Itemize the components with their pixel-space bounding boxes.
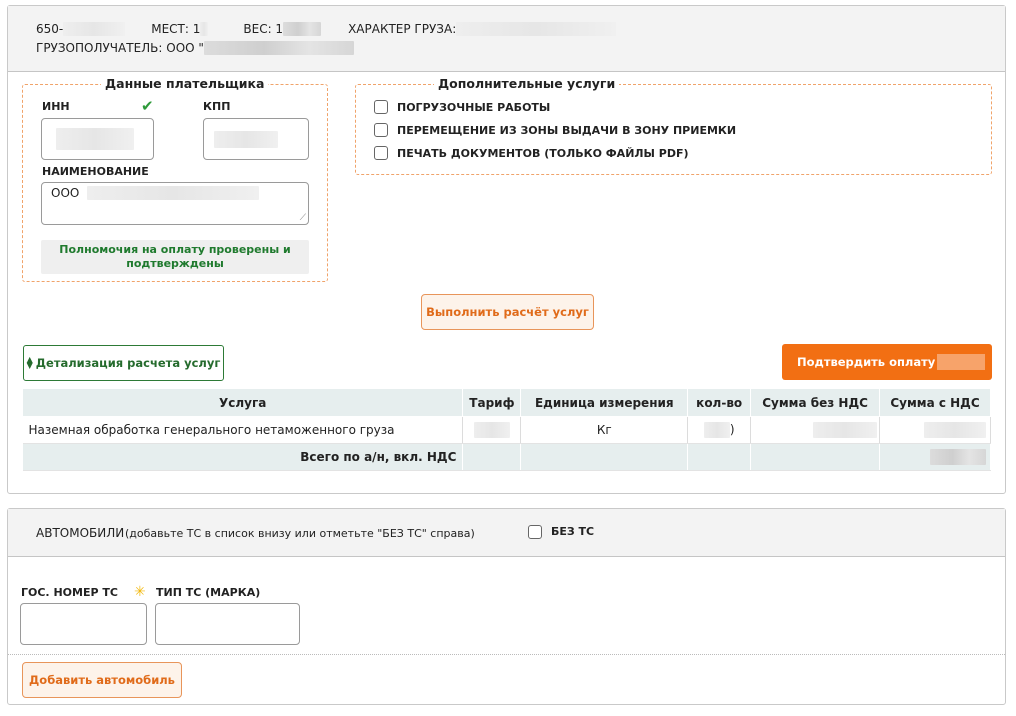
company-name-textarea[interactable]: ООО ⟋ xyxy=(41,182,309,225)
resize-handle-icon[interactable]: ⟋ xyxy=(300,213,306,223)
vehicles-header: АВТОМОБИЛИ (добавьте ТС в список внизу и… xyxy=(8,509,1005,557)
inn-input[interactable] xyxy=(41,118,154,160)
awb-number: 650- xyxy=(36,22,64,36)
total-label: Всего по а/н, вкл. НДС xyxy=(22,443,464,471)
vehicles-hint: (добавьте ТС в список внизу или отметьте… xyxy=(125,527,475,540)
table-total-row: Всего по а/н, вкл. НДС xyxy=(22,443,991,471)
col-service: Услуга xyxy=(21,388,464,417)
payer-data-section: Данные плательщика ИНН ✔ КПП НАИМЕНОВАНИ… xyxy=(22,76,328,282)
calculation-details-button[interactable]: ▲ ▼ Детализация расчета услуг xyxy=(23,345,224,381)
awb-number-redacted xyxy=(63,22,126,36)
col-sum-no-vat: Сумма без НДС xyxy=(750,388,881,417)
loading-checkbox[interactable] xyxy=(374,100,388,114)
unit-value: Кг xyxy=(520,416,689,444)
plate-input[interactable] xyxy=(20,603,147,645)
additional-services-section: Дополнительные услуги ПОГРУЗОЧНЫЕ РАБОТЫ… xyxy=(355,76,992,175)
services-table: Услуга Тариф Единица измерения кол-во Су… xyxy=(21,388,991,471)
vehicles-panel: АВТОМОБИЛИ (добавьте ТС в список внизу и… xyxy=(7,508,1006,705)
services-section-title: Дополнительные услуги xyxy=(434,76,620,91)
transfer-checkbox[interactable] xyxy=(374,123,388,137)
checkmark-icon: ✔ xyxy=(141,97,154,115)
service-option-print[interactable]: ПЕЧАТЬ ДОКУМЕНТОВ (ТОЛЬКО ФАЙЛЫ PDF) xyxy=(374,146,689,160)
table-row: Наземная обработка генерального нетаможе… xyxy=(22,416,991,444)
asterisk-icon: ✳ xyxy=(134,584,146,600)
weight-value: ВЕС: 1 xyxy=(243,22,284,36)
kpp-label: КПП xyxy=(203,100,231,113)
sort-arrows-icon: ▲ ▼ xyxy=(26,355,33,370)
payment-panel: 650- МЕСТ: 1 ВЕС: 1 ХАРАКТЕР ГРУЗА: ГРУЗ… xyxy=(7,5,1006,494)
service-option-loading[interactable]: ПОГРУЗОЧНЫЕ РАБОТЫ xyxy=(374,100,550,114)
col-unit: Единица измерения xyxy=(520,388,689,417)
payer-section-title: Данные плательщика xyxy=(101,76,269,91)
add-vehicle-button[interactable]: Добавить автомобиль xyxy=(22,662,182,698)
consignee: ГРУЗОПОЛУЧАТЕЛЬ: ООО " xyxy=(36,41,204,55)
confirm-payment-button[interactable]: Подтвердить оплату xyxy=(782,344,992,380)
inn-label: ИНН xyxy=(42,100,70,113)
authority-status: Полномочия на оплату проверены и подтвер… xyxy=(41,240,309,274)
plate-label: ГОС. НОМЕР ТС xyxy=(21,586,118,599)
vehicle-type-label: ТИП ТС (МАРКА) xyxy=(156,586,261,599)
print-checkbox[interactable] xyxy=(374,146,388,160)
vehicle-type-input[interactable] xyxy=(155,603,300,645)
company-name-prefix: ООО xyxy=(51,186,80,200)
cargo-summary-header: 650- МЕСТ: 1 ВЕС: 1 ХАРАКТЕР ГРУЗА: ГРУЗ… xyxy=(8,6,1005,72)
service-name: Наземная обработка генерального нетаможе… xyxy=(22,416,464,444)
service-option-transfer[interactable]: ПЕРЕМЕЩЕНИЕ ИЗ ЗОНЫ ВЫДАЧИ В ЗОНУ ПРИЕМК… xyxy=(374,123,736,137)
col-qty: кол-во xyxy=(687,388,752,417)
cargo-type: ХАРАКТЕР ГРУЗА: xyxy=(348,22,457,36)
kpp-input[interactable] xyxy=(203,118,309,160)
col-sum-vat: Сумма с НДС xyxy=(879,388,991,417)
no-vehicle-label: БЕЗ ТС xyxy=(551,525,595,538)
no-vehicle-checkbox[interactable] xyxy=(528,525,542,539)
name-label: НАИМЕНОВАНИЕ xyxy=(42,165,149,178)
col-tariff: Тариф xyxy=(462,388,522,417)
calculate-services-button[interactable]: Выполнить расчёт услуг xyxy=(421,294,594,330)
places-count: МЕСТ: 1 xyxy=(151,22,201,36)
vehicles-title: АВТОМОБИЛИ xyxy=(36,526,125,540)
